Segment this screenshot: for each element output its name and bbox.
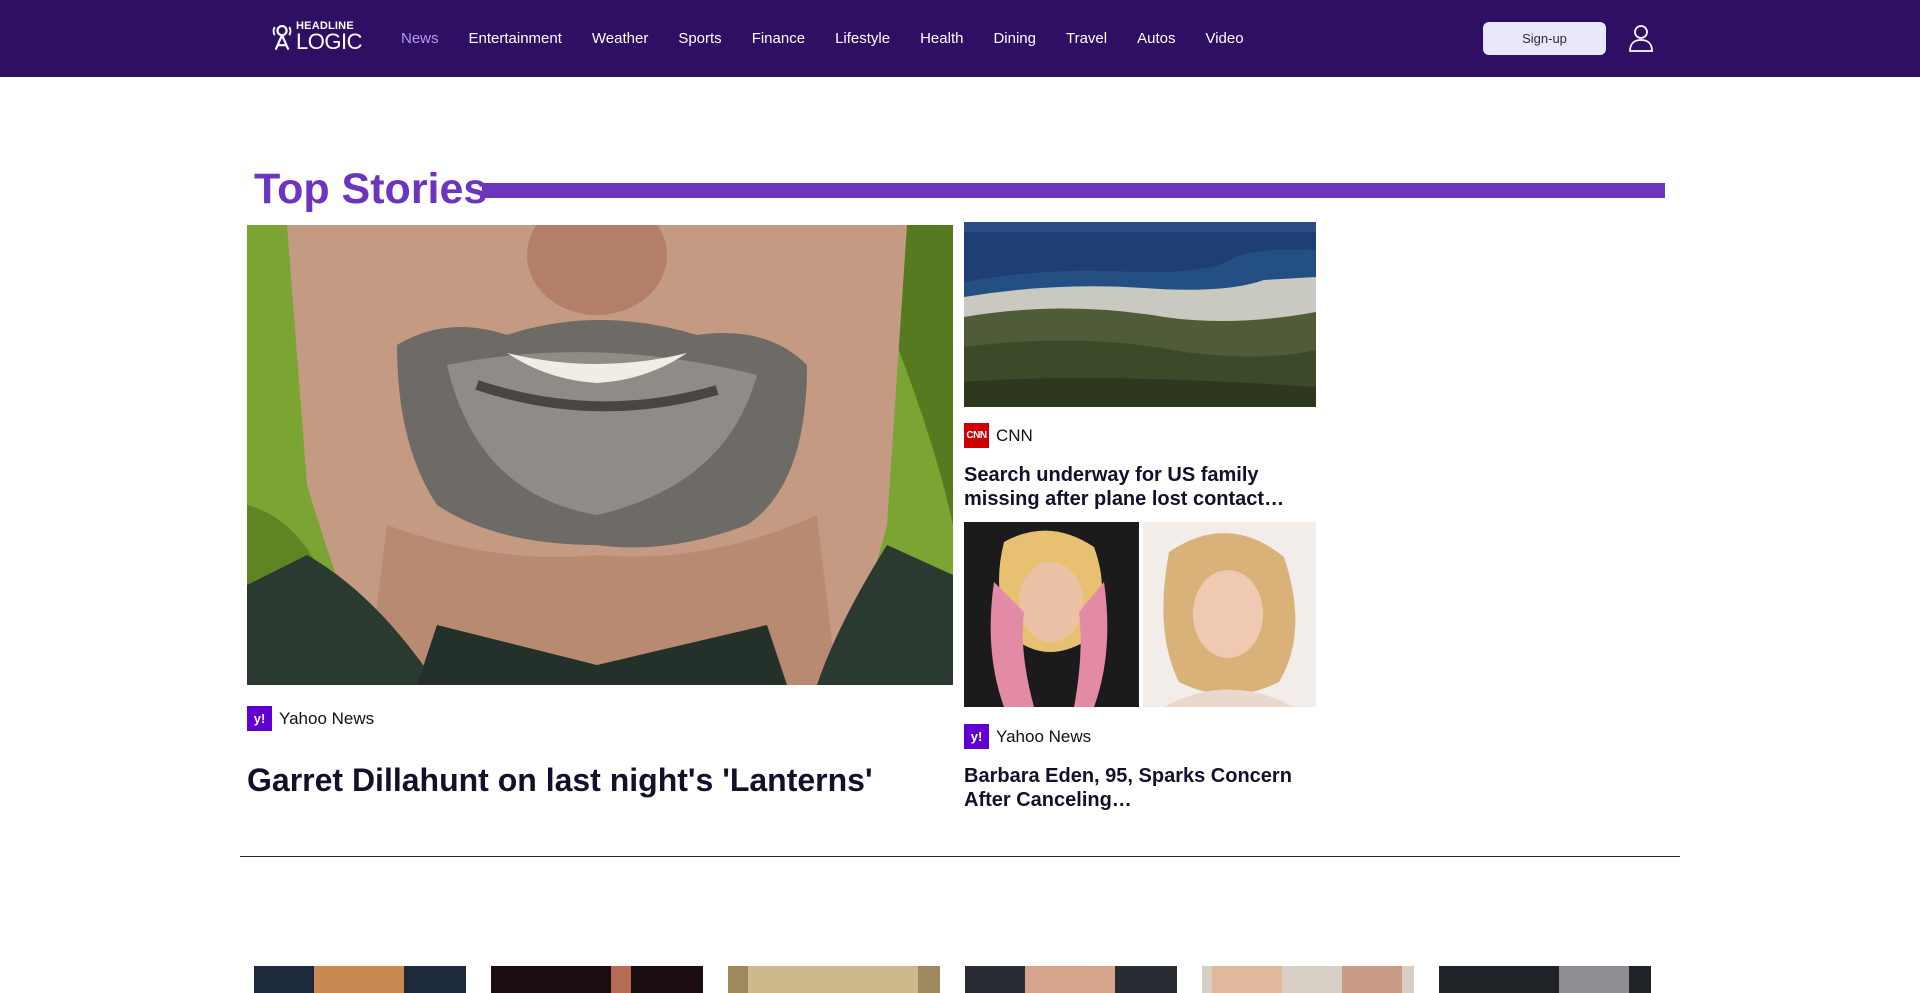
nav-item-video[interactable]: Video [1190, 30, 1258, 47]
thumbnail-image[interactable] [491, 966, 703, 993]
logo-text-bottom: LOGIC [296, 29, 362, 54]
title-accent-bar [482, 183, 1665, 198]
top-navigation-bar: HEADLINE LOGIC News Entertainment Weathe… [0, 0, 1920, 77]
card-source-name: CNN [996, 425, 1033, 445]
cnn-logo-icon: CNN [964, 423, 989, 448]
thumbnail-image[interactable] [1439, 966, 1651, 993]
signup-button[interactable]: Sign-up [1483, 22, 1606, 55]
hero-source[interactable]: y! Yahoo News [247, 706, 374, 731]
thumbnail-photo [254, 966, 466, 993]
yahoo-logo-icon: y! [964, 724, 989, 749]
coastal-town-photo [964, 222, 1316, 407]
card-source-cnn[interactable]: CNN CNN [964, 423, 1033, 448]
nav-item-news[interactable]: News [386, 30, 454, 47]
nav-item-health[interactable]: Health [905, 30, 978, 47]
nav-item-autos[interactable]: Autos [1122, 30, 1190, 47]
thumbnail-photo [1202, 966, 1414, 993]
nav-item-sports[interactable]: Sports [663, 30, 736, 47]
nav-item-lifestyle[interactable]: Lifestyle [820, 30, 905, 47]
nav-item-weather[interactable]: Weather [577, 30, 663, 47]
card-source-name: Yahoo News [996, 726, 1092, 746]
nav-item-entertainment[interactable]: Entertainment [454, 30, 577, 47]
thumbnail-photo [491, 966, 703, 993]
thumbnail-photo [965, 966, 1177, 993]
section-divider [240, 856, 1680, 857]
hero-story-image[interactable] [247, 225, 953, 685]
hero-headline[interactable]: Garret Dillahunt on last night's 'Lanter… [247, 762, 967, 799]
main-nav: News Entertainment Weather Sports Financ… [386, 0, 1259, 77]
story-card-image[interactable] [964, 522, 1316, 707]
card-source-yahoo[interactable]: y! Yahoo News [964, 724, 1091, 749]
nav-item-finance[interactable]: Finance [737, 30, 820, 47]
yahoo-logo-icon: y! [247, 706, 272, 731]
nav-item-travel[interactable]: Travel [1051, 30, 1122, 47]
logo-mark-icon [272, 24, 292, 51]
card-headline[interactable]: Search underway for US family missing af… [964, 463, 1314, 511]
hero-photo-illustration [247, 225, 953, 685]
user-icon[interactable] [1628, 24, 1654, 52]
top-stories-title: Top Stories [254, 165, 488, 213]
nav-item-dining[interactable]: Dining [978, 30, 1051, 47]
hero-source-name: Yahoo News [279, 708, 375, 728]
logo-text: HEADLINE LOGIC [296, 21, 362, 53]
headline-logic-logo[interactable]: HEADLINE LOGIC [272, 20, 362, 54]
thumbnail-image[interactable] [965, 966, 1177, 993]
thumbnail-photo [1439, 966, 1651, 993]
card-headline[interactable]: Barbara Eden, 95, Sparks Concern After C… [964, 764, 1314, 812]
thumbnail-photo [728, 966, 940, 993]
portrait-collage-photo [964, 522, 1316, 707]
thumbnail-image[interactable] [728, 966, 940, 993]
thumbnail-image[interactable] [254, 966, 466, 993]
thumbnail-image[interactable] [1202, 966, 1414, 993]
story-card-image[interactable] [964, 222, 1316, 407]
